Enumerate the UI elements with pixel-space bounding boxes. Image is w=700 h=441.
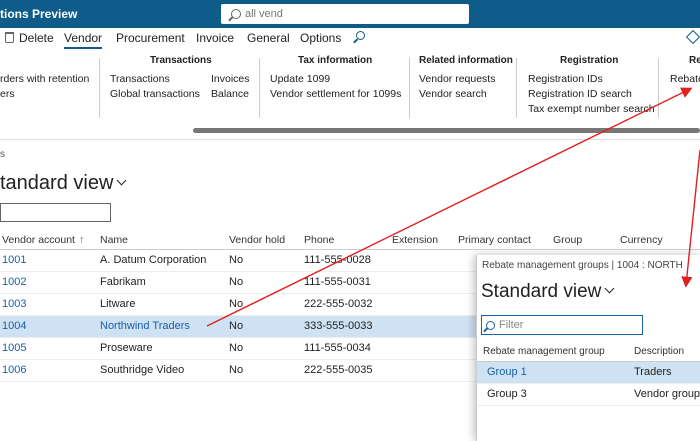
col-primary-contact[interactable]: Primary contact bbox=[458, 234, 531, 246]
chevron-down-icon bbox=[116, 175, 127, 186]
col-vendor-account[interactable]: Vendor account ↑ bbox=[2, 234, 84, 246]
settings-icon[interactable] bbox=[685, 29, 700, 45]
rebate-description: Vendor group bbox=[634, 388, 700, 400]
tab-procurement[interactable]: Procurement bbox=[116, 31, 185, 45]
chevron-down-icon bbox=[604, 283, 615, 294]
vendor-name-link[interactable]: Northwind Traders bbox=[100, 320, 190, 332]
vendor-hold: No bbox=[229, 254, 244, 266]
delete-icon[interactable] bbox=[5, 32, 14, 43]
ribbon-item-vendor-requests[interactable]: Vendor requests bbox=[419, 73, 495, 85]
filter-input[interactable] bbox=[0, 203, 111, 222]
vendor-name: Fabrikam bbox=[100, 276, 146, 288]
view-title[interactable]: tandard view bbox=[0, 172, 127, 195]
tab-options[interactable]: Options bbox=[300, 31, 341, 45]
delete-button[interactable]: Delete bbox=[19, 31, 54, 45]
ribbon-item-global-transactions[interactable]: Global transactions bbox=[110, 88, 200, 100]
vendor-hold: No bbox=[229, 320, 244, 332]
title-bar: tions Preview all vend bbox=[0, 0, 700, 28]
breadcrumb: s bbox=[0, 149, 5, 160]
vendor-name: A. Datum Corporation bbox=[100, 254, 207, 266]
panel-breadcrumb: Rebate management groups | 1004 : NORTH bbox=[482, 260, 683, 271]
vendor-account-link[interactable]: 1002 bbox=[2, 276, 26, 288]
vendor-name: Proseware bbox=[100, 342, 153, 354]
group-title-transactions: Transactions bbox=[150, 55, 212, 66]
ribbon-item-transactions[interactable]: Transactions bbox=[110, 73, 170, 85]
vendor-account-link[interactable]: 1006 bbox=[2, 364, 26, 376]
vendor-phone: 111-555-0031 bbox=[304, 276, 371, 288]
vendor-phone: 222-555-0035 bbox=[304, 364, 373, 376]
col-group[interactable]: Group bbox=[553, 234, 582, 246]
ribbon-scrollbar[interactable] bbox=[193, 128, 700, 133]
group-title-registration: Registration bbox=[560, 55, 619, 66]
col-description[interactable]: Description bbox=[634, 346, 684, 357]
divider bbox=[516, 58, 517, 118]
vendor-hold: No bbox=[229, 298, 244, 310]
ribbon-item-rebate[interactable]: Rebate bbox=[670, 73, 700, 85]
tab-vendor[interactable]: Vendor bbox=[64, 31, 103, 49]
divider bbox=[259, 58, 260, 118]
group-title-tax: Tax information bbox=[298, 55, 373, 66]
ribbon-item-tax-exempt-search[interactable]: Tax exempt number search bbox=[528, 103, 655, 115]
panel-row[interactable]: Group 3 Vendor group bbox=[477, 384, 700, 406]
vendor-hold: No bbox=[229, 364, 244, 376]
group-title-related: Related information bbox=[419, 55, 513, 66]
search-text: all vend bbox=[245, 8, 283, 20]
rebate-groups-panel: Rebate management groups | 1004 : NORTH … bbox=[476, 255, 700, 441]
vendor-phone: 111-555-0034 bbox=[304, 342, 371, 354]
search-icon[interactable] bbox=[356, 31, 365, 40]
vendor-phone: 333-555-0033 bbox=[304, 320, 373, 332]
vendor-account-link[interactable]: 1003 bbox=[2, 298, 26, 310]
ribbon-item-registration-ids[interactable]: Registration IDs bbox=[528, 73, 603, 85]
vendor-account-link[interactable]: 1004 bbox=[2, 320, 26, 332]
view-title-text: tandard view bbox=[0, 172, 114, 194]
ribbon: rders with retention ers Transactions Tr… bbox=[0, 50, 700, 140]
group-title-rebate: Re bbox=[689, 55, 700, 66]
search-icon bbox=[231, 9, 241, 19]
vendor-account-link[interactable]: 1005 bbox=[2, 342, 26, 354]
ribbon-item[interactable]: ers bbox=[0, 88, 15, 100]
panel-view-title-text: Standard view bbox=[481, 281, 602, 302]
divider bbox=[409, 58, 410, 118]
vendor-name: Litware bbox=[100, 298, 136, 310]
col-name[interactable]: Name bbox=[100, 234, 128, 246]
ribbon-item-invoices[interactable]: Invoices bbox=[211, 73, 250, 85]
ribbon-item-registration-id-search[interactable]: Registration ID search bbox=[528, 88, 632, 100]
panel-view-title[interactable]: Standard view bbox=[481, 281, 615, 303]
search-icon bbox=[486, 320, 495, 330]
rebate-group[interactable]: Group 3 bbox=[487, 388, 527, 400]
ribbon-item-update-1099[interactable]: Update 1099 bbox=[270, 73, 330, 85]
col-currency[interactable]: Currency bbox=[620, 234, 663, 246]
divider bbox=[99, 58, 100, 118]
sort-up-icon: ↑ bbox=[78, 234, 85, 246]
ribbon-item-balance[interactable]: Balance bbox=[211, 88, 249, 100]
panel-grid-header: Rebate management group Description bbox=[477, 342, 700, 362]
vendor-hold: No bbox=[229, 276, 244, 288]
vendor-phone: 222-555-0032 bbox=[304, 298, 373, 310]
tab-general[interactable]: General bbox=[247, 31, 290, 45]
ribbon-item-vendor-settlement[interactable]: Vendor settlement for 1099s bbox=[270, 88, 401, 100]
action-bar: Delete Vendor Procurement Invoice Genera… bbox=[0, 28, 700, 50]
col-vendor-hold[interactable]: Vendor hold bbox=[229, 234, 285, 246]
panel-row-selected[interactable]: Group 1 Traders bbox=[477, 362, 700, 384]
divider bbox=[658, 58, 659, 118]
vendor-name: Southridge Video bbox=[100, 364, 185, 376]
panel-filter-placeholder: Filter bbox=[499, 319, 524, 331]
rebate-group[interactable]: Group 1 bbox=[487, 366, 527, 378]
vendor-account-link[interactable]: 1001 bbox=[2, 254, 26, 266]
rebate-description: Traders bbox=[634, 366, 672, 378]
col-extension[interactable]: Extension bbox=[392, 234, 438, 246]
col-phone[interactable]: Phone bbox=[304, 234, 334, 246]
ribbon-item[interactable]: rders with retention bbox=[0, 73, 89, 85]
grid-header: Vendor account ↑ Name Vendor hold Phone E… bbox=[0, 230, 700, 250]
app-title: tions Preview bbox=[0, 7, 78, 21]
global-search-input[interactable]: all vend bbox=[221, 4, 469, 24]
panel-filter-input[interactable]: Filter bbox=[481, 315, 643, 335]
vendor-hold: No bbox=[229, 342, 244, 354]
tab-invoice[interactable]: Invoice bbox=[196, 31, 234, 45]
vendor-phone: 111-555-0028 bbox=[304, 254, 371, 266]
col-rebate-group[interactable]: Rebate management group bbox=[483, 346, 605, 357]
ribbon-item-vendor-search[interactable]: Vendor search bbox=[419, 88, 487, 100]
